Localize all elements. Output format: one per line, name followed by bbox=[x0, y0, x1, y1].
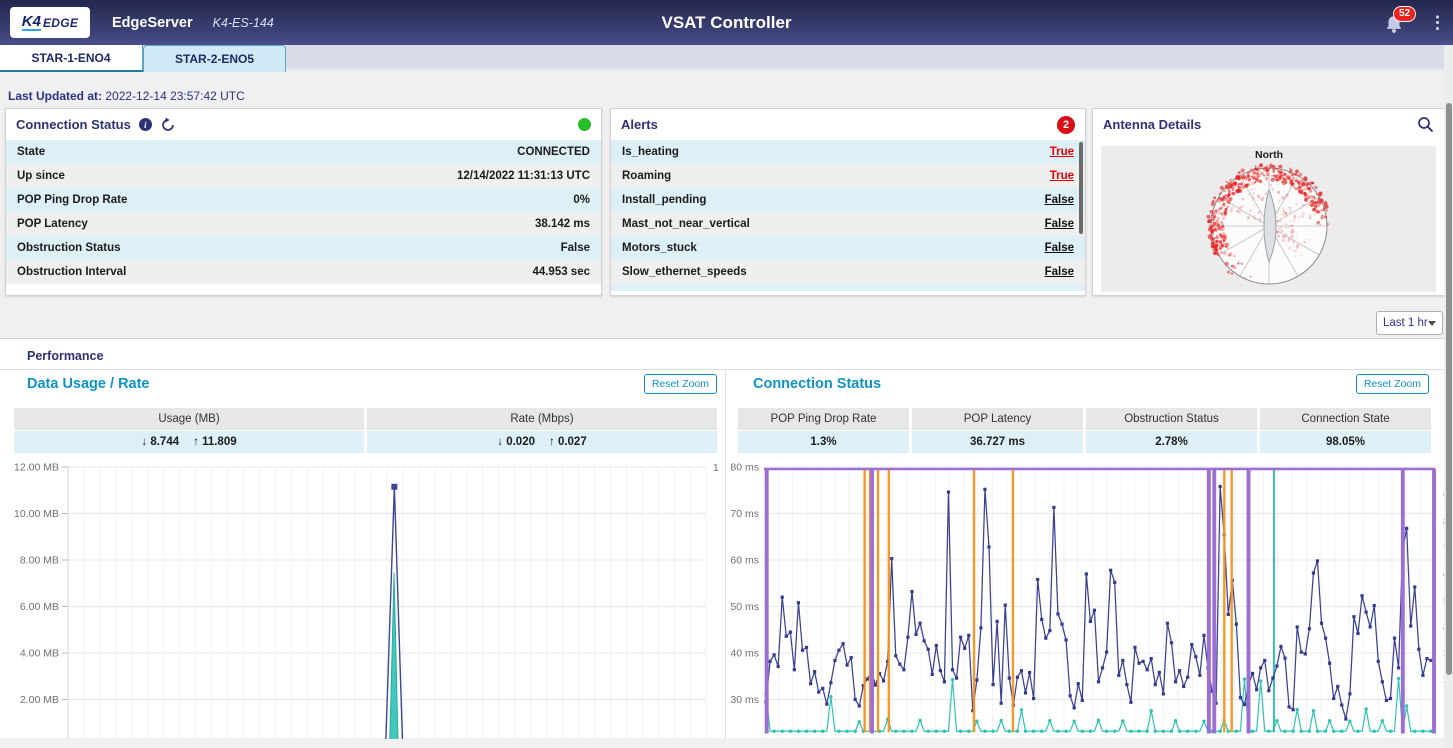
svg-text:40 ms: 40 ms bbox=[730, 648, 759, 660]
alert-row: Is_heatingTrue bbox=[611, 140, 1085, 164]
alert-value-link[interactable]: True bbox=[1050, 170, 1074, 182]
alerts-title: Alerts bbox=[621, 117, 658, 132]
tab-star-2-eno5[interactable]: STAR-2-ENO5 bbox=[143, 45, 286, 72]
connection-status-pane: Connection Status Reset Zoom POP Ping Dr… bbox=[726, 369, 1453, 738]
alert-row: Slow_ethernet_speedsFalse bbox=[611, 260, 1085, 284]
svg-text:50 ms: 50 ms bbox=[730, 601, 759, 613]
alert-value-link[interactable]: False bbox=[1045, 242, 1074, 254]
svg-text:10.00 MB: 10.00 MB bbox=[14, 508, 59, 520]
time-range-value: Last 1 hr bbox=[1383, 317, 1428, 329]
vsat-controller-app: K4 EDGE EdgeServer K4-ES-144 VSAT Contro… bbox=[0, 0, 1453, 748]
connection-status-rows: StateCONNECTED Up since12/14/2022 11:31:… bbox=[6, 140, 601, 284]
data-usage-title: Data Usage / Rate bbox=[27, 376, 150, 392]
svg-text:30 ms: 30 ms bbox=[730, 694, 759, 706]
alert-row: Install_pendingFalse bbox=[611, 188, 1085, 212]
alerts-rows: Is_heatingTrue RoamingTrue Install_pendi… bbox=[611, 140, 1085, 291]
notifications-button[interactable]: 52 bbox=[1383, 10, 1409, 36]
svg-text:80 ms: 80 ms bbox=[730, 462, 759, 474]
status-row: Obstruction StatusFalse bbox=[6, 236, 601, 260]
logo-edge-text: EDGE bbox=[43, 16, 78, 30]
k4-edge-logo: K4 EDGE bbox=[10, 7, 90, 38]
chevron-down-icon bbox=[1428, 321, 1436, 326]
magnifier-icon[interactable] bbox=[1417, 116, 1434, 133]
terminal-tabbar: STAR-1-ENO4 STAR-2-ENO5 bbox=[0, 45, 1453, 72]
svg-text:North: North bbox=[1255, 149, 1283, 161]
status-row: POP Ping Drop Rate0% bbox=[6, 188, 601, 212]
alert-row: Mast_not_near_verticalFalse bbox=[611, 212, 1085, 236]
rate-header: Rate (Mbps) bbox=[367, 408, 717, 430]
alerts-scrollbar[interactable] bbox=[1079, 142, 1083, 234]
rate-down-value: ↓ 0.020 bbox=[497, 436, 535, 448]
kebab-menu-button[interactable]: ⋮ bbox=[1429, 16, 1439, 30]
page-scrollbar-thumb[interactable] bbox=[1446, 103, 1452, 675]
connection-summary-table: POP Ping Drop Rate 1.3% POP Latency 36.7… bbox=[738, 408, 1431, 453]
svg-text:60 ms: 60 ms bbox=[730, 555, 759, 567]
data-usage-chart[interactable]: 12.00 MB 10.00 MB 8.00 MB 6.00 MB 4.00 MB 2.0… bbox=[0, 456, 725, 739]
logo-k4-text: K4 bbox=[22, 15, 41, 31]
app-name: EdgeServer bbox=[112, 15, 193, 31]
alerts-count-badge: 2 bbox=[1057, 116, 1075, 134]
alert-row: Motors_stuckFalse bbox=[611, 236, 1085, 260]
rate-up-value: ↑ 0.027 bbox=[549, 436, 587, 448]
alerts-card: Alerts 2 Is_heatingTrue RoamingTrue Inst… bbox=[610, 108, 1086, 296]
connection-status-title: Connection Status bbox=[16, 117, 131, 132]
data-usage-pane: Data Usage / Rate Reset Zoom Usage (MB) … bbox=[0, 369, 725, 738]
status-row: Obstruction Interval44.953 sec bbox=[6, 260, 601, 284]
svg-text:70 ms: 70 ms bbox=[730, 508, 759, 520]
last-updated-value: 2022-12-14 23:57:42 UTC bbox=[105, 89, 244, 103]
usage-down-value: ↓ 8.744 bbox=[141, 436, 179, 448]
performance-panel: Performance Data Usage / Rate Reset Zoom… bbox=[0, 338, 1453, 738]
svg-text:12.00 MB: 12.00 MB bbox=[14, 462, 59, 474]
alert-row: RoamingTrue bbox=[611, 164, 1085, 188]
info-icon[interactable]: i bbox=[139, 118, 152, 131]
last-updated-label: Last Updated at: bbox=[8, 89, 102, 103]
connection-status-card: Connection Status i StateCONNECTED Up si… bbox=[5, 108, 602, 296]
time-range-select[interactable]: Last 1 hr bbox=[1376, 311, 1443, 335]
alert-value-link[interactable]: False bbox=[1045, 266, 1074, 278]
svg-text:2.00 MB: 2.00 MB bbox=[20, 694, 59, 706]
notification-count-badge: 52 bbox=[1393, 6, 1416, 22]
usage-header: Usage (MB) bbox=[14, 408, 364, 430]
alert-value-link[interactable]: True bbox=[1050, 146, 1074, 158]
svg-text:4.00 MB: 4.00 MB bbox=[20, 648, 59, 660]
online-status-dot bbox=[578, 118, 591, 131]
status-row: Up since12/14/2022 11:31:13 UTC bbox=[6, 164, 601, 188]
svg-text:8.00 MB: 8.00 MB bbox=[20, 555, 59, 567]
performance-title: Performance bbox=[27, 349, 103, 363]
status-row: POP Latency38.142 ms bbox=[6, 212, 601, 236]
usage-up-value: ↑ 11.809 bbox=[193, 436, 236, 448]
antenna-polar-chart: North bbox=[1101, 146, 1436, 292]
tab-star-1-eno4[interactable]: STAR-1-ENO4 bbox=[0, 45, 143, 72]
page-scrollbar-track[interactable] bbox=[1444, 45, 1453, 748]
svg-text:1: 1 bbox=[713, 462, 719, 474]
usage-summary-table: Usage (MB) ↓ 8.744 ↑ 11.809 Rate (Mbps) ↓… bbox=[14, 408, 717, 453]
server-id: K4-ES-144 bbox=[213, 16, 274, 30]
connection-status-chart[interactable]: 80 ms70 ms60 ms50 ms40 ms30 ms100%90%80%… bbox=[726, 456, 1453, 739]
alert-value-link[interactable]: False bbox=[1045, 194, 1074, 206]
status-row: StateCONNECTED bbox=[6, 140, 601, 164]
reset-zoom-button[interactable]: Reset Zoom bbox=[644, 374, 717, 394]
antenna-details-title: Antenna Details bbox=[1103, 117, 1201, 132]
alert-row-partial bbox=[611, 284, 1085, 291]
refresh-icon[interactable] bbox=[160, 117, 176, 133]
reset-zoom-button[interactable]: Reset Zoom bbox=[1356, 374, 1429, 394]
svg-text:6.00 MB: 6.00 MB bbox=[20, 601, 59, 613]
antenna-obstruction-map: North bbox=[1101, 146, 1436, 292]
alert-value-link[interactable]: False bbox=[1045, 218, 1074, 230]
antenna-details-card: Antenna Details North bbox=[1092, 108, 1445, 296]
top-navbar: K4 EDGE EdgeServer K4-ES-144 VSAT Contro… bbox=[0, 0, 1453, 45]
connection-chart-title: Connection Status bbox=[753, 376, 881, 392]
last-updated: Last Updated at: 2022-12-14 23:57:42 UTC bbox=[8, 89, 245, 103]
